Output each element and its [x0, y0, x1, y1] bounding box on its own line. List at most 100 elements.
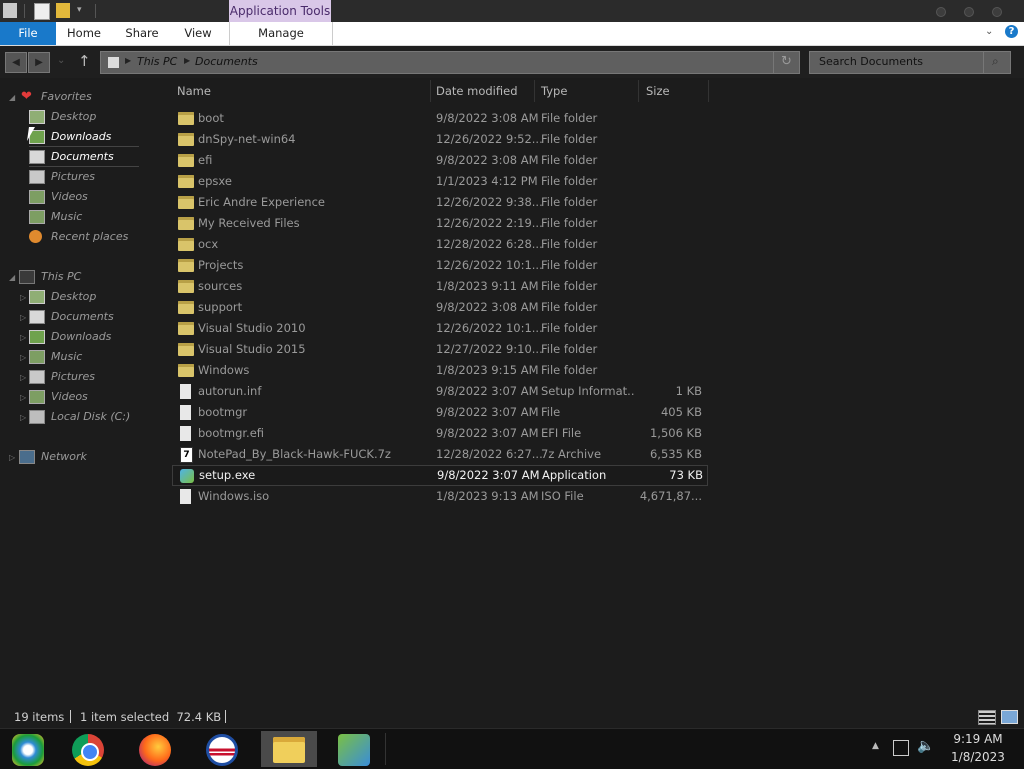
file-name: NotePad_By_Black-Hawk-FUCK.7z: [198, 447, 391, 461]
nav-fav-documents[interactable]: Documents: [29, 147, 139, 167]
nav-label: Desktop: [51, 290, 97, 303]
expand-arrow-icon[interactable]: ▷: [20, 353, 26, 362]
column-separator[interactable]: [708, 80, 709, 102]
clock-time[interactable]: 9:19 AM: [945, 732, 1011, 746]
expand-arrow-icon[interactable]: ▷: [9, 453, 15, 462]
tab-view[interactable]: View: [175, 22, 221, 45]
large-icons-view-icon[interactable]: [1001, 710, 1018, 724]
help-icon[interactable]: ?: [1005, 25, 1018, 38]
file-row[interactable]: Projects 12/26/2022 10:1... File folder: [172, 255, 706, 276]
file-type: File folder: [541, 300, 598, 314]
search-icon[interactable]: ⌕: [992, 54, 999, 69]
back-button[interactable]: ◀: [5, 52, 27, 73]
nav-this-pc-label: This PC: [41, 270, 82, 283]
column-header-date[interactable]: Date modified: [436, 82, 518, 100]
file-row[interactable]: efi 9/8/2022 3:08 AM File folder: [172, 150, 706, 171]
nav-label: Downloads: [51, 130, 112, 143]
maximize-button[interactable]: [964, 7, 974, 17]
minimize-button[interactable]: [936, 7, 946, 17]
column-separator[interactable]: [534, 80, 535, 102]
breadcrumb-documents[interactable]: Documents: [195, 55, 258, 68]
up-arrow-icon[interactable]: ↑: [78, 52, 91, 70]
file-row[interactable]: Visual Studio 2010 12/26/2022 10:1... File…: [172, 318, 706, 339]
recent-locations-dropdown[interactable]: ⌄: [57, 55, 65, 66]
refresh-icon[interactable]: ↻: [781, 54, 792, 69]
search-input[interactable]: Search Documents: [819, 55, 923, 68]
file-row[interactable]: support 9/8/2022 3:08 AM File folder: [172, 297, 706, 318]
navigation-pane: ◢ ❤ Favorites Desktop Downloads Document…: [0, 80, 160, 700]
network-status-icon[interactable]: [893, 740, 909, 756]
desktop-icon: [29, 290, 45, 304]
search-box[interactable]: Search Documents ⌕: [809, 51, 1011, 74]
column-header-name[interactable]: Name: [177, 82, 211, 100]
breadcrumb-this-pc[interactable]: This PC: [137, 55, 177, 68]
folder-icon: [178, 196, 194, 209]
taskbar-firefox[interactable]: [127, 731, 183, 767]
taskbar-windows-media-center[interactable]: [0, 731, 56, 767]
file-row[interactable]: bootmgr.efi 9/8/2022 3:07 AM EFI File 1,506…: [172, 423, 706, 444]
taskbar-file-explorer[interactable]: [261, 731, 317, 767]
column-header-size[interactable]: Size: [646, 82, 670, 100]
navigation-bar: ◀ ▶ ⌄ ↑ ▶ This PC ▶ Documents ↻ Search D…: [0, 46, 1024, 78]
file-name: Visual Studio 2015: [198, 342, 306, 356]
quick-access-dropdown-icon[interactable]: ▾: [77, 5, 82, 15]
taskbar-chrome[interactable]: [60, 731, 116, 767]
taskbar-obama-logo-app[interactable]: [194, 731, 250, 767]
tab-home[interactable]: Home: [60, 22, 108, 45]
forward-button[interactable]: ▶: [28, 52, 50, 73]
tab-share[interactable]: Share: [118, 22, 166, 45]
item-count: 19 items: [14, 710, 65, 724]
file-type: 7z Archive: [541, 447, 602, 461]
properties-icon[interactable]: [34, 3, 50, 20]
divider: [225, 710, 226, 723]
file-size: 6,535 KB: [649, 447, 702, 461]
nav-label: Recent places: [51, 230, 129, 243]
column-header-type[interactable]: Type: [541, 82, 567, 100]
expand-arrow-icon[interactable]: ▷: [20, 293, 26, 302]
new-folder-icon[interactable]: [56, 3, 70, 18]
column-separator[interactable]: [430, 80, 431, 102]
file-type: File folder: [541, 321, 598, 335]
file-row[interactable]: sources 1/8/2023 9:11 AM File folder: [172, 276, 706, 297]
file-row[interactable]: Eric Andre Experience 12/26/2022 9:38... F…: [172, 192, 706, 213]
file-row[interactable]: bootmgr 9/8/2022 3:07 AM File 405 KB: [172, 402, 706, 423]
tab-file[interactable]: File: [0, 22, 56, 45]
nav-fav-downloads[interactable]: Downloads: [29, 127, 139, 147]
chevron-down-icon[interactable]: ⌄: [985, 26, 993, 37]
column-separator[interactable]: [638, 80, 639, 102]
file-type: EFI File: [541, 426, 582, 440]
file-row[interactable]: dnSpy-net-win64 12/26/2022 9:52... File fo…: [172, 129, 706, 150]
file-row[interactable]: Windows 1/8/2023 9:15 AM File folder: [172, 360, 706, 381]
file-row[interactable]: Visual Studio 2015 12/27/2022 9:10... File…: [172, 339, 706, 360]
explorer-app-icon[interactable]: [3, 3, 17, 18]
collapse-arrow-icon[interactable]: ◢: [9, 93, 15, 102]
nav-fav-desktop[interactable]: Desktop: [29, 107, 139, 126]
expand-arrow-icon[interactable]: ▷: [20, 413, 26, 422]
expand-arrow-icon[interactable]: ▷: [20, 333, 26, 342]
file-row[interactable]: My Received Files 12/26/2022 2:19... File …: [172, 213, 706, 234]
clock-date[interactable]: 1/8/2023: [945, 750, 1011, 764]
file-row[interactable]: epsxe 1/1/2023 4:12 PM File folder: [172, 171, 706, 192]
tab-manage[interactable]: Manage: [229, 22, 333, 45]
collapse-arrow-icon[interactable]: ◢: [9, 273, 15, 282]
file-row[interactable]: autorun.inf 9/8/2022 3:07 AM Setup Informa…: [172, 381, 706, 402]
folder-icon: [178, 238, 194, 251]
file-row[interactable]: Windows.iso 1/8/2023 9:13 AM ISO File 4,671…: [172, 486, 706, 507]
taskbar-network-users[interactable]: [326, 731, 382, 767]
expand-arrow-icon[interactable]: ▷: [20, 393, 26, 402]
volume-icon[interactable]: 🔈: [917, 738, 934, 754]
file-row[interactable]: boot 9/8/2022 3:08 AM File folder: [172, 108, 706, 129]
show-hidden-icons-icon[interactable]: ▲: [872, 741, 879, 751]
divider: [24, 4, 25, 18]
file-row[interactable]: 7 NotePad_By_Black-Hawk-FUCK.7z 12/28/2022…: [172, 444, 706, 465]
close-button[interactable]: [992, 7, 1002, 17]
details-view-icon[interactable]: [978, 710, 996, 725]
address-bar[interactable]: ▶ This PC ▶ Documents ↻: [100, 51, 800, 74]
file-type: File folder: [541, 174, 598, 188]
file-type: File: [541, 405, 561, 419]
expand-arrow-icon[interactable]: ▷: [20, 313, 26, 322]
file-row[interactable]: ocx 12/28/2022 6:28... File folder: [172, 234, 706, 255]
file-row[interactable]: setup.exe 9/8/2022 3:07 AM Application 73 K…: [172, 465, 708, 486]
expand-arrow-icon[interactable]: ▷: [20, 373, 26, 382]
nav-favorites-label: Favorites: [41, 90, 92, 103]
